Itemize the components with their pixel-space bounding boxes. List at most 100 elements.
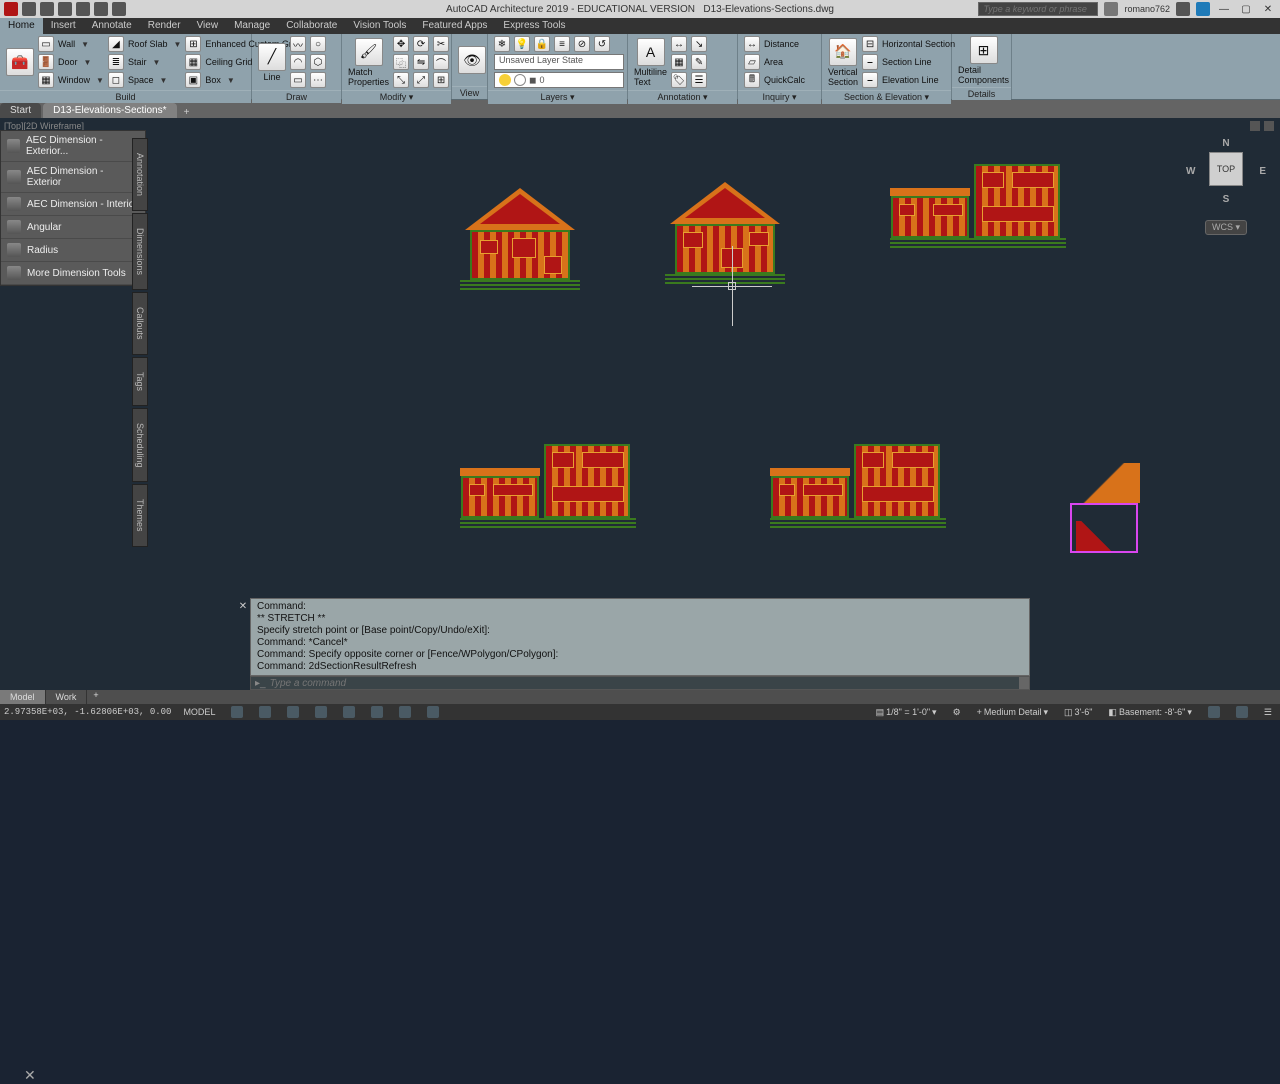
viewcube-east[interactable]: E xyxy=(1259,166,1266,177)
viewport-maximize-icon[interactable] xyxy=(1264,121,1274,131)
layout-tab-work[interactable]: Work xyxy=(46,690,88,704)
cut-height[interactable]: ◫ 3'-6" xyxy=(1060,707,1096,718)
doc-tab-add[interactable]: + xyxy=(179,107,195,118)
palette-item[interactable]: AEC Dimension - Exterior... xyxy=(1,131,145,162)
mirror-icon[interactable]: ⇋ xyxy=(413,54,429,70)
detail-components-button[interactable]: ⊞Detail Components xyxy=(958,36,1009,85)
scale-icon[interactable]: ⤢ xyxy=(413,72,429,88)
copy-icon[interactable]: ⿻ xyxy=(393,54,409,70)
open-icon[interactable] xyxy=(40,2,54,16)
tab-collaborate[interactable]: Collaborate xyxy=(278,18,345,34)
drawing-canvas[interactable]: [Top][2D Wireframe] AEC Dimension - Exte… xyxy=(0,118,1280,704)
palette-tab-annotation[interactable]: Annotation xyxy=(132,138,148,211)
ortho-toggle[interactable] xyxy=(283,706,303,718)
command-input[interactable] xyxy=(270,678,1019,689)
osnap-toggle[interactable] xyxy=(339,706,359,718)
space-button[interactable]: ◻Space▼ xyxy=(108,72,181,88)
polyline-icon[interactable]: 〰○ xyxy=(290,36,326,52)
close-button[interactable]: ✕ xyxy=(1260,2,1276,16)
exchange-icon[interactable] xyxy=(1176,2,1190,16)
cmdline-close-icon[interactable]: ✕ xyxy=(237,601,249,613)
infocenter-search[interactable] xyxy=(978,2,1098,16)
model-space-button[interactable]: MODEL xyxy=(179,707,219,717)
user-name[interactable]: romano762 xyxy=(1124,4,1170,14)
match-properties-button[interactable]: 🖌Match Properties xyxy=(348,38,389,87)
palette-tab-tags[interactable]: Tags xyxy=(132,357,148,406)
trim-icon[interactable]: ✂ xyxy=(433,36,449,52)
doc-tab-active[interactable]: D13-Elevations-Sections* xyxy=(43,103,176,118)
annoscale-dropdown[interactable]: ▤ 1/8" = 1'-0" ▾ xyxy=(872,707,941,718)
view-cube[interactable]: N W E TOP S WCS ▾ xyxy=(1190,138,1262,238)
layer-freeze-icon[interactable]: ❄ xyxy=(494,36,510,52)
grid-toggle[interactable] xyxy=(227,706,247,718)
tag-icon[interactable]: 🏷 xyxy=(671,72,687,88)
viewcube-west[interactable]: W xyxy=(1186,166,1195,177)
redo-icon[interactable] xyxy=(94,2,108,16)
leader-icon[interactable]: ↘ xyxy=(691,36,707,52)
tab-render[interactable]: Render xyxy=(140,18,189,34)
plot-icon[interactable] xyxy=(112,2,126,16)
isolate-objects-icon[interactable] xyxy=(1204,706,1224,718)
dyninput-toggle[interactable] xyxy=(395,706,415,718)
minimize-button[interactable]: — xyxy=(1216,2,1232,16)
array-icon[interactable]: ⊞ xyxy=(433,72,449,88)
maximize-button[interactable]: ▢ xyxy=(1238,2,1254,16)
rect-icon[interactable]: ▭⋯ xyxy=(290,72,326,88)
view-button[interactable]: 👁 xyxy=(458,46,486,74)
layout-tab-model[interactable]: Model xyxy=(0,690,46,704)
area-button[interactable]: ▱Area xyxy=(744,54,805,70)
tab-manage[interactable]: Manage xyxy=(226,18,278,34)
save-icon[interactable] xyxy=(58,2,72,16)
distance-button[interactable]: ↔Distance xyxy=(744,36,805,52)
gear-icon[interactable]: ⚙ xyxy=(949,707,965,718)
app-menu-icon[interactable] xyxy=(4,2,18,16)
vertical-section-button[interactable]: 🏠Vertical Section xyxy=(828,38,858,87)
palette-item[interactable]: More Dimension Tools xyxy=(1,262,145,285)
door-button[interactable]: 🚪Door▼ xyxy=(38,54,104,70)
layer-off-icon[interactable]: 💡 xyxy=(514,36,530,52)
palette-item[interactable]: Angular xyxy=(1,216,145,239)
snap-toggle[interactable] xyxy=(255,706,275,718)
tools-button[interactable]: 🧰 xyxy=(6,48,34,76)
palette-item[interactable]: Radius xyxy=(1,239,145,262)
layout-tab-add[interactable]: + xyxy=(87,690,104,704)
doc-tab-start[interactable]: Start xyxy=(0,103,41,118)
tab-featured[interactable]: Featured Apps xyxy=(414,18,495,34)
elevation-line-button[interactable]: ⎯Elevation Line xyxy=(862,72,955,88)
dim-icon[interactable]: ↔ xyxy=(671,36,687,52)
layer-iso-icon[interactable]: ⊘ xyxy=(574,36,590,52)
level-dropdown[interactable]: ◧ Basement: -8'-6" ▾ xyxy=(1104,707,1196,718)
viewcube-north[interactable]: N xyxy=(1222,138,1229,149)
layer-match-icon[interactable]: ≡ xyxy=(554,36,570,52)
customize-status-icon[interactable]: ☰ xyxy=(1260,707,1276,718)
line-button[interactable]: ╱Line xyxy=(258,43,286,82)
undo-icon[interactable] xyxy=(76,2,90,16)
palette-tab-themes[interactable]: Themes xyxy=(132,484,148,547)
lineweight-toggle[interactable] xyxy=(423,706,443,718)
palette-item[interactable]: AEC Dimension - Interior xyxy=(1,193,145,216)
tab-visiontools[interactable]: Vision Tools xyxy=(345,18,414,34)
layer-prev-icon[interactable]: ↺ xyxy=(594,36,610,52)
tab-insert[interactable]: Insert xyxy=(43,18,84,34)
tab-express[interactable]: Express Tools xyxy=(495,18,573,34)
quickcalc-button[interactable]: 🖩QuickCalc xyxy=(744,72,805,88)
wall-button[interactable]: ▭Wall▼ xyxy=(38,36,104,52)
viewport-minimize-icon[interactable] xyxy=(1250,121,1260,131)
layer-lock-icon[interactable]: 🔒 xyxy=(534,36,550,52)
new-icon[interactable] xyxy=(22,2,36,16)
palette-tab-scheduling[interactable]: Scheduling xyxy=(132,408,148,483)
palette-close-icon[interactable]: ✕ xyxy=(24,1067,36,1084)
polar-toggle[interactable] xyxy=(311,706,331,718)
window-button[interactable]: ▦Window▼ xyxy=(38,72,104,88)
mtext-button[interactable]: AMultiline Text xyxy=(634,38,667,87)
rotate-icon[interactable]: ⟳ xyxy=(413,36,429,52)
fillet-icon[interactable]: ⌒ xyxy=(433,54,449,70)
section-line-button[interactable]: ⎯Section Line xyxy=(862,54,955,70)
tab-view[interactable]: View xyxy=(189,18,227,34)
viewcube-top-face[interactable]: TOP xyxy=(1209,152,1243,186)
arc-icon[interactable]: ◠⬡ xyxy=(290,54,326,70)
detail-level-dropdown[interactable]: + Medium Detail ▾ xyxy=(973,707,1052,718)
table-icon[interactable]: ▦ xyxy=(671,54,687,70)
schedule-icon[interactable]: ☰ xyxy=(691,72,707,88)
roofslab-button[interactable]: ◢Roof Slab▼ xyxy=(108,36,181,52)
